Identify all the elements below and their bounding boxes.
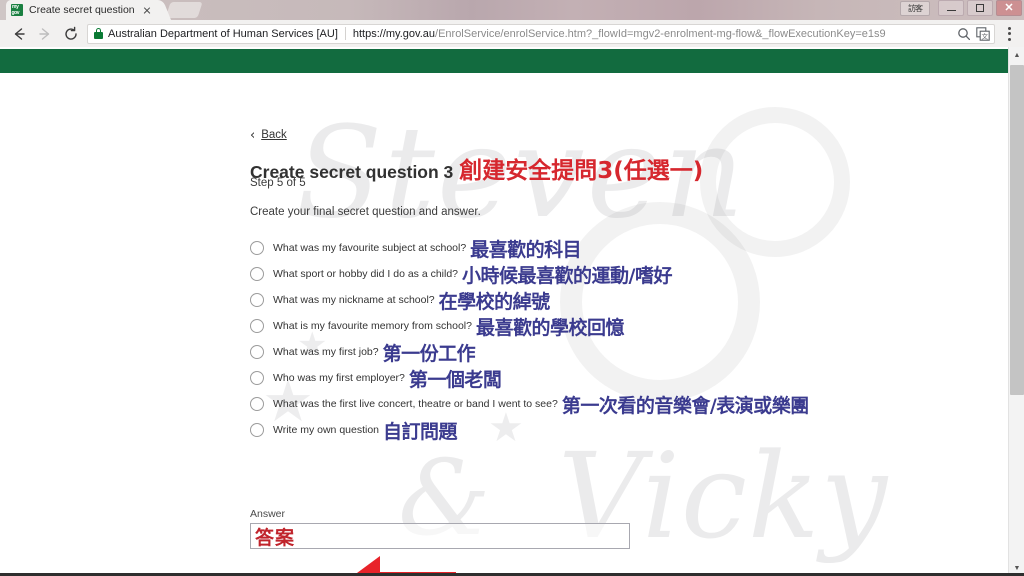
option-annotation-zh: 最喜歡的學校回憶 [475,316,625,339]
radio-button[interactable] [250,319,264,333]
tab-close-icon[interactable] [140,3,154,17]
window-close-button[interactable]: ✕ [996,0,1022,16]
option-annotation-zh: 第一個老闆 [408,368,502,391]
menu-dot [1007,37,1011,41]
chevron-left-icon: ‹ [250,127,256,143]
window-controls: 訪客 ✕ [900,0,1022,16]
menu-dot [1007,32,1011,35]
radio-button[interactable] [250,397,264,411]
option-row[interactable]: What was the first live concert, theatre… [250,391,950,417]
reload-button[interactable] [58,21,84,47]
intro-text: Create your final secret question and an… [250,206,481,218]
form-content: ‹ Back Create secret question 3 創建安全提問3(… [0,73,1008,576]
option-annotation-zh: 自訂問題 [383,420,458,443]
option-row[interactable]: Who was my first employer? 第一個老闆 [250,365,950,391]
option-label: What was my nickname at school? [273,294,435,306]
option-row[interactable]: What was my favourite subject at school?… [250,235,950,261]
option-annotation-zh: 在學校的綽號 [438,290,551,313]
back-button[interactable] [6,21,32,47]
option-label: What was my first job? [273,346,379,358]
close-icon: ✕ [1004,1,1014,14]
url-text: https://my.gov.au/EnrolService/enrolServ… [353,28,952,40]
scrollbar-thumb[interactable] [1010,65,1024,395]
mygov-brand-band [0,49,1008,73]
radio-button[interactable] [250,371,264,385]
radio-button[interactable] [250,423,264,437]
window-maximize-button[interactable] [967,0,993,16]
radio-button[interactable] [250,241,264,255]
option-label: What sport or hobby did I do as a child? [273,268,459,280]
minimize-icon [946,9,956,12]
page-viewport: Steven & Vicky ★ ★ ★ ‹ Back Create secre… [0,47,1024,576]
forward-button [32,21,58,47]
scroll-up-arrow-icon[interactable]: ▲ [1009,47,1024,63]
step-indicator: Step 5 of 5 [250,177,306,189]
option-label: What was the first live concert, theatre… [273,398,558,410]
reload-icon [65,26,77,40]
answer-input[interactable]: 答案 [250,523,630,549]
back-link-label: Back [261,129,287,141]
option-row[interactable]: What was my first job? 第一份工作 [250,339,950,365]
address-bar[interactable]: Australian Department of Human Services … [87,23,995,44]
option-annotation-zh: 最喜歡的科目 [470,238,582,261]
option-label: Who was my first employer? [273,372,405,384]
option-label: What is my favourite memory from school? [273,320,472,332]
maximize-icon [976,4,984,12]
new-tab-button[interactable] [165,2,203,18]
browser-toolbar: Australian Department of Human Services … [0,20,1024,47]
tab-strip: Create secret question 訪客 ✕ [0,0,1024,20]
option-row[interactable]: What sport or hobby did I do as a child?… [250,261,950,287]
browser-window: Create secret question 訪客 ✕ [0,0,1024,576]
radio-button[interactable] [250,293,264,307]
lock-icon [94,28,103,39]
radio-button[interactable] [250,345,264,359]
omnibox-divider [344,27,346,40]
option-row[interactable]: What was my nickname at school? 在學校的綽號 [250,287,950,313]
guest-profile-button[interactable]: 訪客 [900,0,930,16]
answer-field-label: Answer [250,508,286,520]
radio-button[interactable] [250,267,264,281]
page-scrollbar[interactable]: ▲ ▼ [1008,47,1024,576]
back-link[interactable]: ‹ Back [250,127,287,143]
option-annotation-zh: 小時候最喜歡的運動/嗜好 [462,264,672,287]
page-title: Create secret question 3 創建安全提問3(任選一) [250,151,703,185]
browser-tab-create-secret-question[interactable]: Create secret question [6,0,158,20]
back-arrow-icon [14,27,25,40]
svg-text:文: 文 [981,31,988,40]
option-row[interactable]: Write my own question 自訂問題 [250,417,950,443]
zoom-indicator-icon[interactable] [957,27,971,41]
browser-menu-button[interactable] [1000,22,1018,46]
translate-icon[interactable]: 文 [976,26,990,41]
menu-dot [1007,26,1011,30]
option-label: What was my favourite subject at school? [273,242,467,254]
mygov-favicon-icon [11,4,23,16]
option-annotation-zh: 第一份工作 [382,342,476,365]
forward-arrow-icon [39,27,50,40]
secret-question-options: What was my favourite subject at school?… [250,235,950,443]
url-origin: https://my.gov.au [352,27,436,40]
site-identity-label: Australian Department of Human Services … [108,27,338,40]
window-minimize-button[interactable] [938,0,964,16]
option-row[interactable]: What is my favourite memory from school?… [250,313,950,339]
option-label: Write my own question [273,424,380,436]
answer-input-value: 答案 [255,526,296,549]
option-annotation-zh: 第一次看的音樂會/表演或樂團 [561,394,809,417]
page-title-annotation-zh: 創建安全提問3(任選一) [459,158,704,184]
tab-title: Create secret question [29,4,135,16]
url-path: /EnrolService/enrolService.htm?_flowId=m… [435,27,886,40]
